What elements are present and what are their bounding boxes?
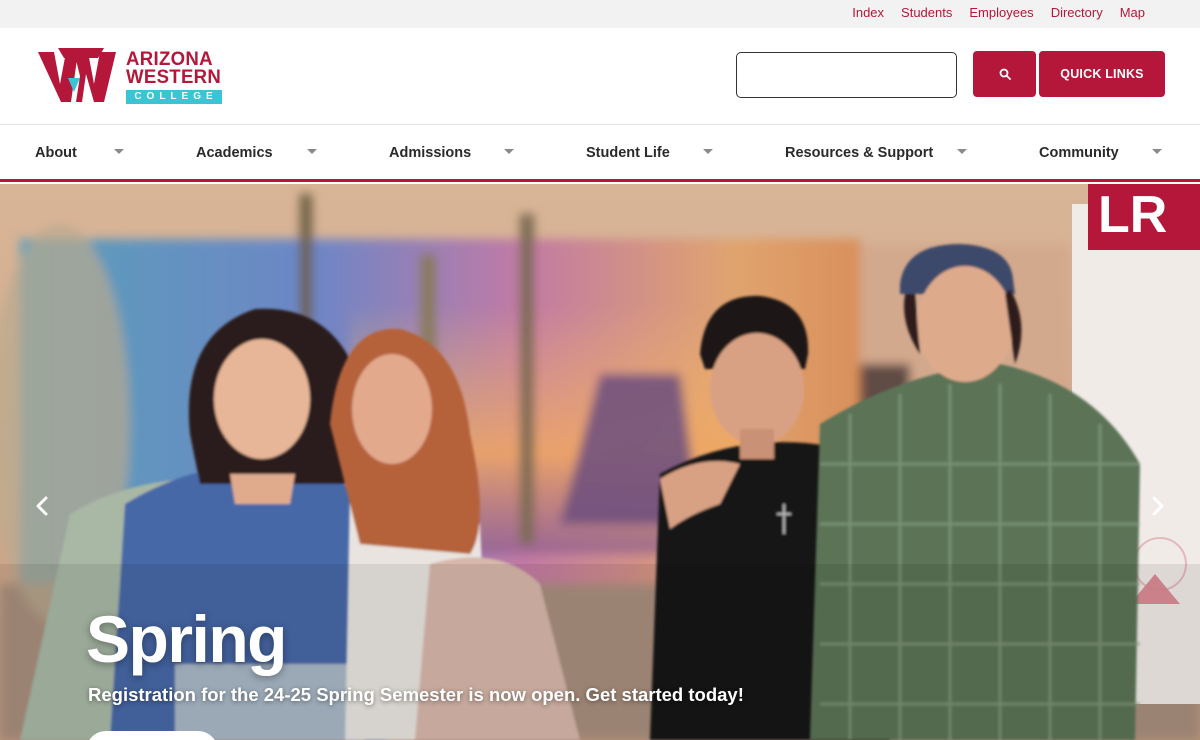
nav-item-about[interactable]: About bbox=[35, 125, 77, 180]
utility-link-directory[interactable]: Directory bbox=[1051, 5, 1103, 21]
search-button[interactable] bbox=[973, 51, 1036, 97]
site-header: ARIZONA WESTERN COLLEGE QUICK LINKS bbox=[0, 28, 1200, 125]
nav-item-label: Admissions bbox=[389, 144, 472, 161]
quick-links-button[interactable]: QUICK LINKS bbox=[1039, 51, 1165, 97]
logo-line-western: WESTERN bbox=[126, 67, 222, 88]
nav-item-resources-support[interactable]: Resources & Support bbox=[785, 125, 933, 180]
chevron-down-icon[interactable] bbox=[307, 149, 317, 154]
nav-item-community[interactable]: Community bbox=[1039, 125, 1119, 180]
sign-text: LR bbox=[1098, 186, 1167, 244]
nav-item-admissions[interactable]: Admissions bbox=[389, 125, 471, 180]
logo-w-mark-icon bbox=[38, 48, 116, 102]
search-icon bbox=[999, 68, 1011, 80]
chevron-down-icon[interactable] bbox=[504, 149, 514, 154]
chevron-left-icon bbox=[36, 496, 48, 516]
nav-item-label: About bbox=[35, 144, 77, 161]
chevron-down-icon[interactable] bbox=[114, 149, 124, 154]
search-input[interactable] bbox=[736, 52, 957, 98]
utility-link-students[interactable]: Students bbox=[901, 5, 952, 21]
nav-item-label: Academics bbox=[196, 144, 273, 161]
hero-carousel: LR Spring Registration for the 24-25 Spr… bbox=[0, 184, 1200, 740]
logo-line-college: COLLEGE bbox=[126, 90, 222, 104]
utility-links: Index Students Employees Directory Map bbox=[852, 5, 1145, 21]
chevron-right-icon bbox=[1152, 496, 1164, 516]
carousel-next-button[interactable] bbox=[1146, 494, 1170, 518]
utility-link-map[interactable]: Map bbox=[1120, 5, 1145, 21]
college-logo[interactable]: ARIZONA WESTERN COLLEGE bbox=[38, 48, 228, 104]
nav-item-academics[interactable]: Academics bbox=[196, 125, 273, 180]
chevron-down-icon[interactable] bbox=[957, 149, 967, 154]
utility-bar: Index Students Employees Directory Map bbox=[0, 0, 1200, 28]
nav-item-student-life[interactable]: Student Life bbox=[586, 125, 670, 180]
hero-title: Spring bbox=[86, 602, 288, 676]
utility-link-index[interactable]: Index bbox=[852, 5, 884, 21]
logo-wordmark: ARIZONA WESTERN COLLEGE bbox=[126, 50, 223, 104]
hero-subtitle: Registration for the 24-25 Spring Semest… bbox=[88, 684, 744, 705]
utility-link-employees[interactable]: Employees bbox=[969, 5, 1033, 21]
chevron-down-icon[interactable] bbox=[1152, 149, 1162, 154]
main-nav: About Academics Admissions Student Life … bbox=[0, 125, 1200, 182]
hero-cta-button[interactable] bbox=[86, 731, 218, 740]
chevron-down-icon[interactable] bbox=[703, 149, 713, 154]
carousel-prev-button[interactable] bbox=[30, 494, 54, 518]
nav-item-label: Community bbox=[1039, 144, 1119, 161]
nav-item-label: Resources & Support bbox=[785, 144, 934, 161]
nav-item-label: Student Life bbox=[586, 144, 670, 161]
